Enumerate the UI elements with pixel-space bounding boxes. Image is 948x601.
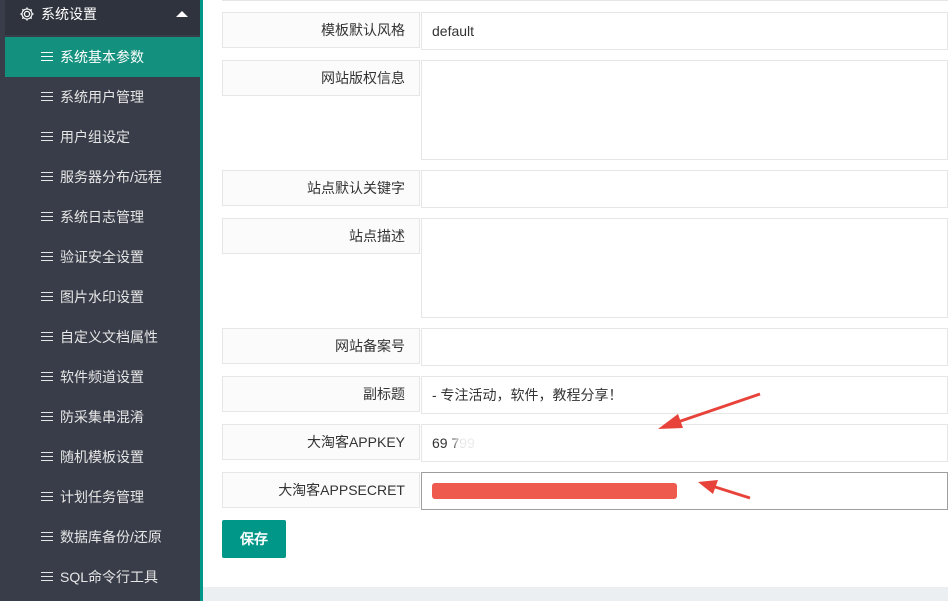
menu-icon	[41, 172, 53, 182]
sidebar-item-label: 软件频道设置	[60, 369, 144, 385]
annotation-arrow-icon	[698, 480, 751, 500]
sidebar-item-label: 系统日志管理	[60, 209, 144, 225]
sidebar-item-label: 防采集串混淆	[60, 409, 144, 425]
menu-icon	[41, 572, 53, 582]
sidebar-item-anti-scrape[interactable]: 防采集串混淆	[5, 397, 200, 437]
copyright-textarea[interactable]	[421, 60, 948, 160]
redaction-bar	[432, 483, 677, 499]
sidebar-item-random-template[interactable]: 随机模板设置	[5, 437, 200, 477]
appkey-label: 大淘客APPKEY	[222, 424, 420, 460]
sidebar-item-label: 自定义文档属性	[60, 329, 158, 345]
sidebar-item-user-groups[interactable]: 用户组设定	[5, 117, 200, 157]
gear-icon	[20, 7, 34, 21]
menu-icon	[41, 212, 53, 222]
sidebar-item-watermark[interactable]: 图片水印设置	[5, 277, 200, 317]
menu-icon	[41, 452, 53, 462]
menu-icon	[41, 412, 53, 422]
sidebar-item-label: 服务器分布/远程	[60, 169, 162, 185]
caret-up-icon[interactable]	[176, 11, 188, 17]
menu-icon	[41, 92, 53, 102]
sidebar-item-logs[interactable]: 系统日志管理	[5, 197, 200, 237]
sidebar-item-servers[interactable]: 服务器分布/远程	[5, 157, 200, 197]
menu-icon	[41, 132, 53, 142]
appsecret-input[interactable]: 6a56	[421, 472, 948, 510]
copyright-label: 网站版权信息	[222, 60, 420, 96]
menu-icon	[41, 492, 53, 502]
sidebar-item-db-backup[interactable]: 数据库备份/还原	[5, 517, 200, 557]
menu-icon	[41, 252, 53, 262]
appsecret-label: 大淘客APPSECRET	[222, 472, 420, 508]
keywords-label: 站点默认关键字	[222, 170, 420, 206]
template-style-input[interactable]: default	[421, 12, 948, 50]
menu-icon	[41, 52, 53, 62]
sidebar-section-system-settings[interactable]: 系统设置	[5, 0, 200, 35]
settings-form: 模板默认风格 default 网站版权信息 站点默认关键字 站点描述 网站备案号…	[203, 0, 948, 587]
save-button[interactable]: 保存	[222, 520, 286, 558]
sidebar-section-title: 系统设置	[41, 6, 97, 22]
sidebar-item-label: 图片水印设置	[60, 289, 144, 305]
description-textarea[interactable]	[421, 218, 948, 318]
subtitle-label: 副标题	[222, 376, 420, 412]
icp-label: 网站备案号	[222, 328, 420, 364]
divider	[222, 0, 948, 3]
sidebar-item-sql-tool[interactable]: SQL命令行工具	[5, 557, 200, 597]
sidebar-item-software-channel[interactable]: 软件频道设置	[5, 357, 200, 397]
annotation-arrow-icon	[658, 392, 761, 429]
sidebar-item-label: 验证安全设置	[60, 249, 144, 265]
sidebar-menu: 系统基本参数 系统用户管理 用户组设定 服务器分布/远程 系统日志管理 验证安全…	[5, 37, 200, 597]
menu-icon	[41, 372, 53, 382]
sidebar-item-label: SQL命令行工具	[60, 569, 159, 585]
template-style-label: 模板默认风格	[222, 12, 420, 48]
keywords-input[interactable]	[421, 170, 948, 208]
sidebar-item-label: 系统用户管理	[60, 89, 144, 105]
sidebar-item-label: 随机模板设置	[60, 449, 144, 465]
menu-icon	[41, 292, 53, 302]
page-footer-strip	[203, 587, 948, 601]
sidebar-item-doc-attributes[interactable]: 自定义文档属性	[5, 317, 200, 357]
sidebar-item-basic-params[interactable]: 系统基本参数	[5, 37, 200, 77]
sidebar-item-label: 计划任务管理	[60, 489, 144, 505]
sidebar-item-label: 数据库备份/还原	[60, 529, 162, 545]
icp-input[interactable]	[421, 328, 948, 366]
sidebar-item-security[interactable]: 验证安全设置	[5, 237, 200, 277]
sidebar-item-users[interactable]: 系统用户管理	[5, 77, 200, 117]
sidebar: 系统设置 系统基本参数 系统用户管理 用户组设定 服务器分布/远程 系统日志管理…	[0, 0, 203, 601]
sidebar-item-label: 系统基本参数	[60, 49, 144, 65]
sidebar-item-label: 用户组设定	[60, 129, 130, 145]
description-label: 站点描述	[222, 218, 420, 254]
sidebar-item-scheduled-tasks[interactable]: 计划任务管理	[5, 477, 200, 517]
redaction-blur	[456, 433, 516, 453]
menu-icon	[41, 532, 53, 542]
menu-icon	[41, 332, 53, 342]
